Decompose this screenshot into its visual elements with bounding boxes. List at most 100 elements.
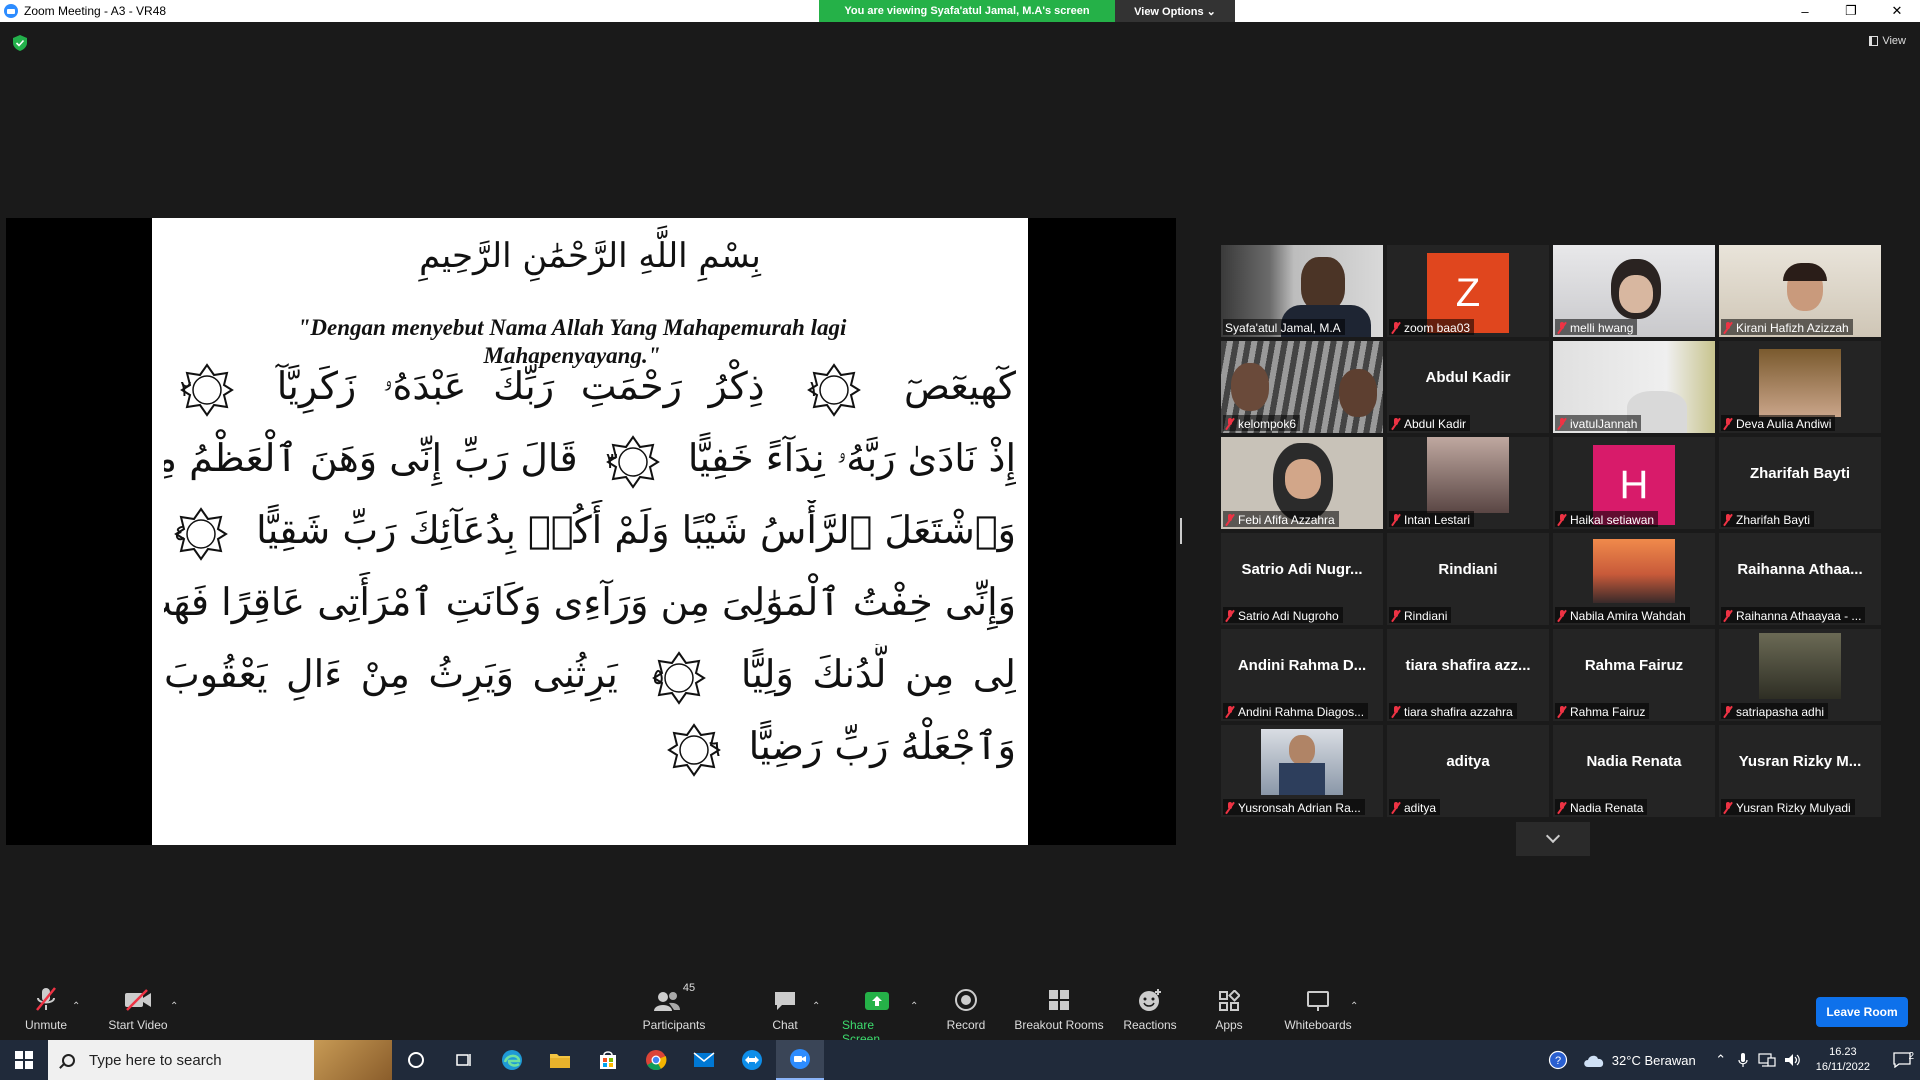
participant-face (1339, 369, 1377, 417)
split-divider-handle[interactable] (1180, 518, 1182, 544)
video-tile[interactable]: Intan Lestari (1387, 437, 1549, 529)
svg-text:?: ? (1555, 1055, 1561, 1067)
video-options-caret[interactable]: ⌃ (170, 982, 178, 1018)
video-tile[interactable]: Raihanna Athaa... Raihanna Athaayaa - ..… (1719, 533, 1881, 625)
start-button[interactable] (0, 1040, 48, 1080)
taskbar-file-explorer[interactable] (536, 1040, 584, 1080)
encryption-shield-icon[interactable] (13, 35, 27, 51)
video-tile[interactable]: satriapasha adhi (1719, 629, 1881, 721)
taskbar-mail[interactable] (680, 1040, 728, 1080)
chat-options-caret[interactable]: ⌃ (812, 982, 820, 1018)
reactions-button[interactable]: Reactions (1122, 982, 1178, 1032)
verse-text: إِذْ نَادَىٰ رَبَّهُۥ نِدَآءً خَفِيًّا (687, 436, 1016, 480)
window-controls: – ❐ ✕ (1782, 0, 1920, 22)
participant-name: Satrio Adi Nugroho (1238, 608, 1339, 623)
chat-button[interactable]: Chat (770, 982, 800, 1032)
verse-line: وَٱشْتَعَلَ ٱلرَّأْسُ شَيْبًا وَلَمْ أَك… (164, 500, 1016, 561)
microphone-tray-button[interactable] (1732, 1052, 1754, 1068)
participants-icon: 45 (653, 982, 695, 1012)
video-tile[interactable]: Zharifah Bayti Zharifah Bayti (1719, 437, 1881, 529)
video-tile[interactable]: kelompok6 (1221, 341, 1383, 433)
participant-face-skin (1619, 275, 1653, 313)
view-options-button[interactable]: View Options ⌄ (1115, 0, 1235, 22)
profile-face (1289, 735, 1315, 765)
video-tile[interactable]: Kirani Hafizh Azizzah (1719, 245, 1881, 337)
help-tray-button[interactable]: ? (1542, 1050, 1574, 1070)
chevron-down-icon (1545, 828, 1561, 844)
audio-options-caret[interactable]: ⌃ (72, 982, 80, 1018)
taskbar-zoom[interactable] (776, 1040, 824, 1080)
chrome-icon (646, 1050, 667, 1071)
video-tile[interactable]: Febi Afifa Azzahra (1221, 437, 1383, 529)
mic-muted-icon (1557, 321, 1567, 334)
volume-tray-button[interactable] (1780, 1053, 1806, 1067)
cloud-icon (1584, 1055, 1603, 1067)
tile-caption: zoom baa03 (1389, 319, 1475, 335)
whiteboard-options-caret[interactable]: ⌃ (1350, 982, 1358, 1018)
ayah-number: ٤ (174, 520, 186, 546)
view-button[interactable]: View (1869, 35, 1906, 47)
mic-muted-icon (1557, 513, 1567, 526)
video-tile[interactable]: ivatulJannah (1553, 341, 1715, 433)
video-tile[interactable]: Nadia Renata Nadia Renata (1553, 725, 1715, 817)
shared-screen[interactable]: بِسْمِ اللَّهِ الرَّحْمَٰنِ الرَّحِيمِ "… (6, 218, 1176, 845)
shared-document-page: بِسْمِ اللَّهِ الرَّحْمَٰنِ الرَّحِيمِ "… (152, 218, 1028, 845)
task-view-button[interactable] (440, 1040, 488, 1080)
zoom-app-icon (790, 1049, 810, 1069)
cortana-button[interactable] (392, 1040, 440, 1080)
tile-caption: Abdul Kadir (1389, 415, 1471, 431)
participant-name: kelompok6 (1238, 416, 1297, 431)
taskbar-search-box[interactable]: Type here to search (48, 1040, 392, 1080)
apps-button[interactable]: Apps (1214, 982, 1244, 1032)
video-tile[interactable]: Yusronsah Adrian Ra... (1221, 725, 1383, 817)
share-options-caret[interactable]: ⌃ (910, 982, 918, 1018)
video-tile[interactable]: Satrio Adi Nugr... Satrio Adi Nugroho (1221, 533, 1383, 625)
notification-center-button[interactable]: 2 (1884, 1051, 1920, 1068)
video-tile[interactable]: Abdul Kadir Abdul Kadir (1387, 341, 1549, 433)
record-icon (954, 982, 978, 1012)
mic-muted-icon (1391, 609, 1401, 622)
participant-name: Nadia Renata (1570, 800, 1644, 815)
video-tile[interactable]: Rindiani Rindiani (1387, 533, 1549, 625)
breakout-rooms-button[interactable]: Breakout Rooms (1014, 982, 1104, 1032)
video-tile[interactable]: H Haikal setiawan (1553, 437, 1715, 529)
participant-name: Syafa'atul Jamal, M.A (1225, 320, 1341, 335)
gallery-next-page-button[interactable] (1516, 822, 1590, 856)
start-video-button[interactable]: Start Video (106, 982, 170, 1032)
mic-muted-icon (1225, 513, 1235, 526)
restore-icon[interactable]: ❐ (1828, 0, 1874, 22)
video-tile[interactable]: Deva Aulia Andiwi (1719, 341, 1881, 433)
leave-room-button[interactable]: Leave Room (1816, 997, 1908, 1027)
participant-name: Rindiani (1404, 608, 1448, 623)
minimize-icon[interactable]: – (1782, 0, 1828, 22)
weather-widget[interactable]: 32°C Berawan (1582, 1052, 1696, 1068)
share-screen-button[interactable]: Share Screen (842, 982, 912, 1046)
whiteboards-button[interactable]: Whiteboards (1282, 982, 1354, 1032)
video-tile[interactable]: Nabila Amira Wahdah (1553, 533, 1715, 625)
taskbar-edge[interactable] (488, 1040, 536, 1080)
video-tile[interactable]: Syafa'atul Jamal, M.A (1221, 245, 1383, 337)
video-tile[interactable]: tiara shafira azz... tiara shafira azzah… (1387, 629, 1549, 721)
video-tile[interactable]: aditya aditya (1387, 725, 1549, 817)
taskbar-clock[interactable]: 16.23 16/11/2022 (1816, 1045, 1870, 1075)
video-tile[interactable]: Yusran Rizky M... Yusran Rizky Mulyadi (1719, 725, 1881, 817)
participant-name: melli hwang (1570, 320, 1634, 335)
unmute-button[interactable]: Unmute (22, 982, 70, 1032)
participants-button[interactable]: 45 Participants (642, 982, 706, 1032)
network-tray-button[interactable] (1754, 1053, 1780, 1067)
close-icon[interactable]: ✕ (1874, 0, 1920, 22)
tile-caption: melli hwang (1555, 319, 1638, 335)
video-tile[interactable]: melli hwang (1553, 245, 1715, 337)
taskbar-chrome[interactable] (632, 1040, 680, 1080)
record-button[interactable]: Record (946, 982, 986, 1032)
taskbar-teamviewer[interactable] (728, 1040, 776, 1080)
participant-name: Andini Rahma Diagos... (1238, 704, 1365, 719)
video-tile[interactable]: Andini Rahma D... Andini Rahma Diagos... (1221, 629, 1383, 721)
search-icon (62, 1053, 75, 1067)
taskbar-store[interactable] (584, 1040, 632, 1080)
video-tile[interactable]: Rahma Fairuz Rahma Fairuz (1553, 629, 1715, 721)
start-video-label: Start Video (108, 1018, 168, 1032)
mic-muted-icon (1723, 705, 1733, 718)
video-tile[interactable]: Z zoom baa03 (1387, 245, 1549, 337)
show-hidden-icons-button[interactable]: ⌃ (1710, 1052, 1732, 1068)
